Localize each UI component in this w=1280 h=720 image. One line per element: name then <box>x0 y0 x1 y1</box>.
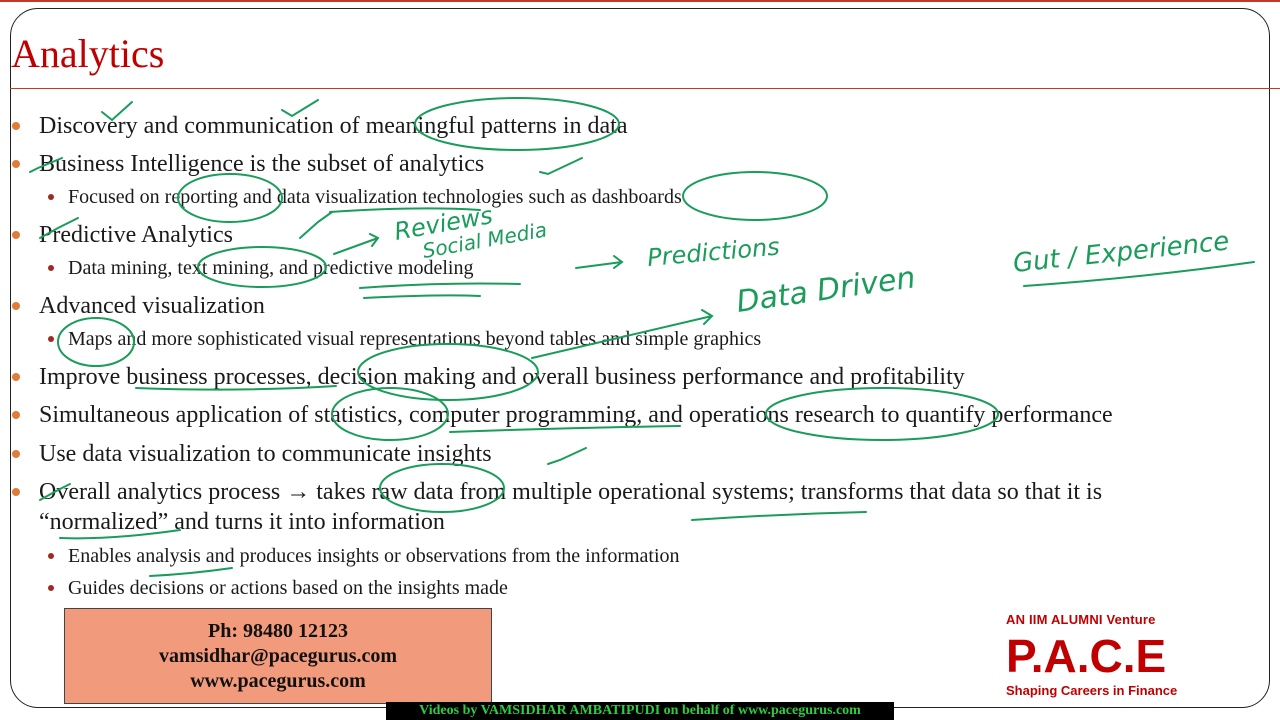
top-accent-line <box>0 0 1280 2</box>
sub-bullet-item: Focused on reporting and data visualizat… <box>48 186 682 208</box>
bullet-item: Predictive Analytics <box>12 222 233 248</box>
bullet-item: Improve business processes, decision mak… <box>12 364 965 390</box>
bullet-item: Discovery and communication of meaningfu… <box>12 113 628 139</box>
contact-box: Ph: 98480 12123 vamsidhar@pacegurus.com … <box>64 608 492 704</box>
brand-logo: AN IIM ALUMNI Venture P.A.C.E Shaping Ca… <box>1006 612 1216 698</box>
bullet-item: Business Intelligence is the subset of a… <box>11 151 485 177</box>
sub-bullet-item: Data mining, text mining, and predictive… <box>47 257 474 279</box>
brand-name: P.A.C.E <box>1006 630 1167 682</box>
sub-bullet-item: Maps and more sophisticated visual repre… <box>47 328 762 350</box>
bullet-item-continuation: “normalized” and turns it into informati… <box>39 509 445 535</box>
bullet-item: Advanced visualization <box>12 293 265 319</box>
contact-email: vamsidhar@pacegurus.com <box>158 645 398 667</box>
title-divider <box>10 88 1280 89</box>
sub-bullet-item: Enables analysis and produces insights o… <box>48 545 680 567</box>
bullet-item: Use data visualization to communicate in… <box>12 441 492 467</box>
brand-tagline: AN IIM ALUMNI Venture <box>1006 612 1156 627</box>
slide-title: Analytics <box>11 31 165 76</box>
brand-subtitle: Shaping Careers in Finance <box>1006 683 1178 698</box>
bullet-item: Overall analytics process → takes raw da… <box>11 479 1103 505</box>
contact-phone: Ph: 98480 12123 <box>208 620 348 642</box>
sub-bullet-item: Guides decisions or actions based on the… <box>48 577 508 599</box>
contact-website: www.pacegurus.com <box>190 670 366 692</box>
video-credit-footer: Videos by VAMSIDHAR AMBATIPUDI on behalf… <box>386 702 894 720</box>
bullet-item: Simultaneous application of statistics, … <box>12 402 1113 428</box>
